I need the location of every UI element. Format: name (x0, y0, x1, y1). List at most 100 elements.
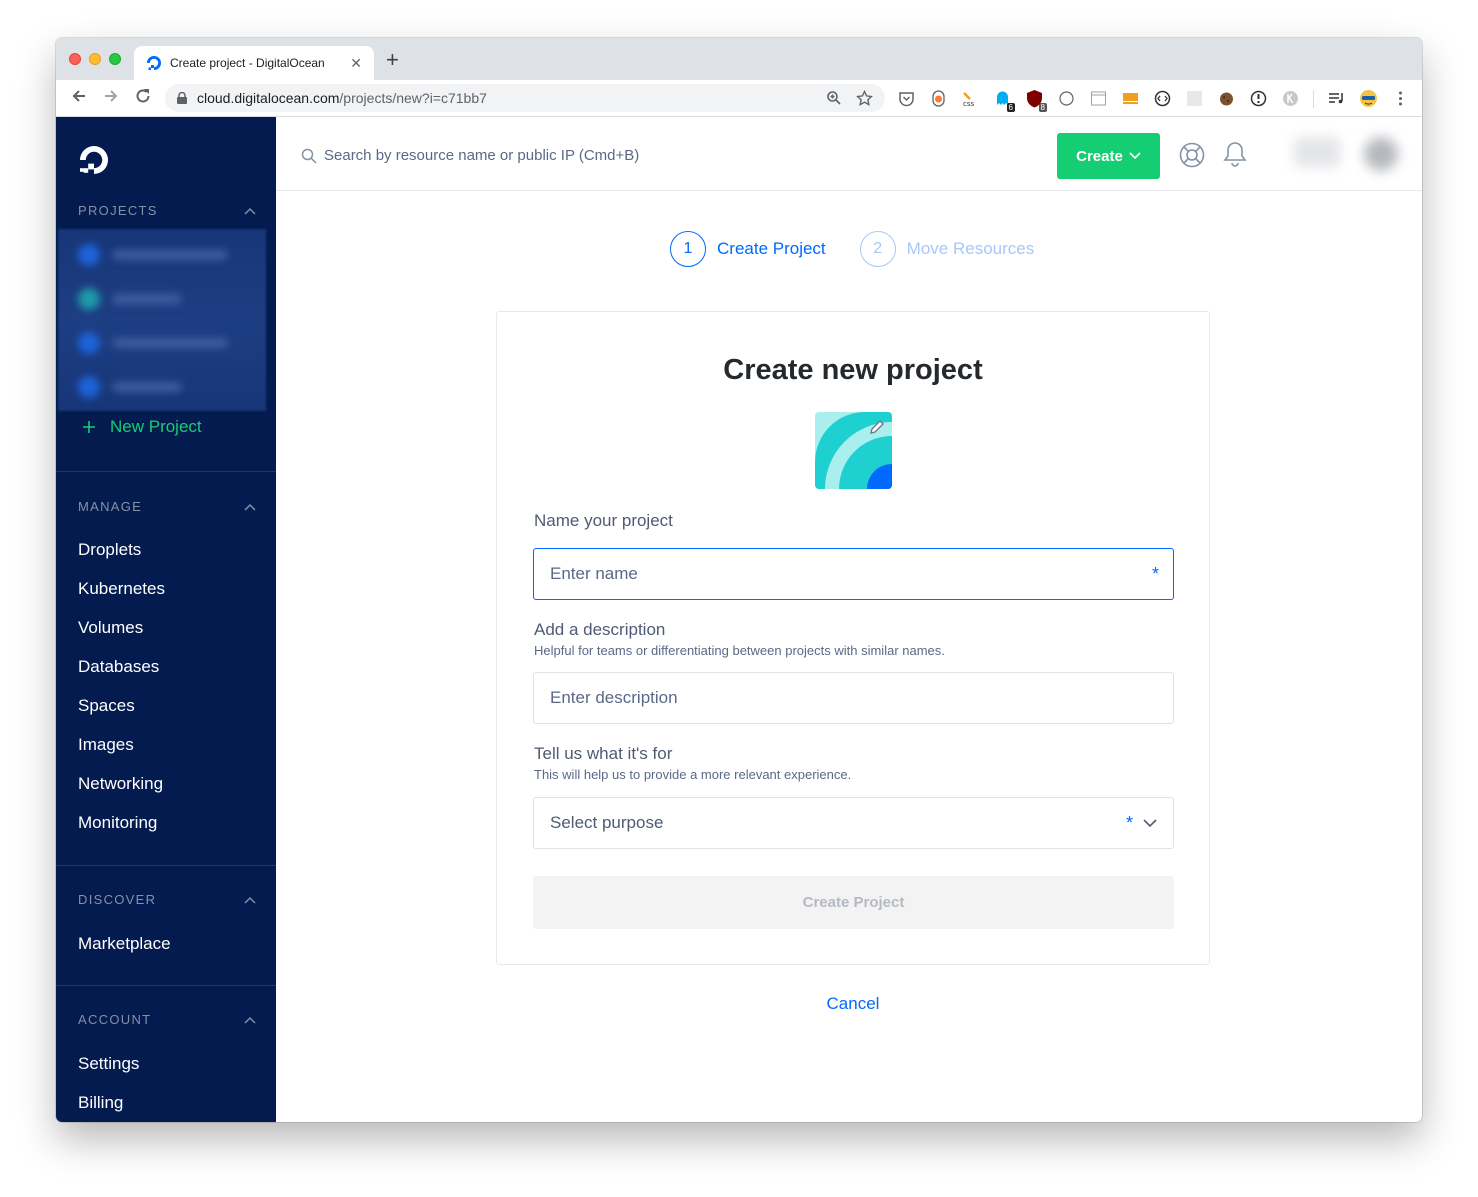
address-bar[interactable]: cloud.digitalocean.com/projects/new?i=c7… (165, 84, 885, 112)
step-label: Create Project (717, 239, 826, 258)
browser-tab-active[interactable]: Create project - DigitalOcean ✕ (134, 46, 374, 80)
project-item[interactable] (78, 376, 228, 398)
profile-avatar-icon[interactable] (1359, 89, 1378, 108)
sidebar-item-databases[interactable]: Databases (78, 657, 159, 677)
info-extension-icon[interactable] (1249, 89, 1268, 108)
grid-extension-icon[interactable] (1185, 89, 1204, 108)
project-name-redacted (112, 294, 182, 304)
browser-window: Create project - DigitalOcean ✕ + cloud.… (56, 38, 1422, 1122)
ghost-extension-icon[interactable]: 6 (993, 89, 1015, 112)
sidebar-item-monitoring[interactable]: Monitoring (78, 813, 157, 833)
discover-section-header[interactable]: DISCOVER (78, 892, 256, 907)
cookie-extension-icon[interactable] (1217, 89, 1236, 108)
svg-text:css: css (963, 100, 974, 108)
forward-arrow-icon[interactable] (102, 87, 120, 105)
extension-badge: 8 (1038, 103, 1047, 112)
url-host: cloud.digitalocean.com (197, 90, 340, 106)
chevron-down-icon (1143, 819, 1157, 828)
sidebar-divider (56, 865, 276, 866)
url-path: /projects/new?i=c71bb7 (339, 90, 487, 106)
window-extension-icon[interactable] (1089, 89, 1108, 108)
browser-toolbar: cloud.digitalocean.com/projects/new?i=c7… (56, 80, 1422, 117)
account-menu-redacted[interactable] (1264, 117, 1414, 187)
digitalocean-favicon-icon (147, 56, 161, 70)
chevron-up-icon (244, 896, 256, 904)
sidebar-item-settings[interactable]: Settings (78, 1054, 139, 1074)
account-section-header[interactable]: ACCOUNT (78, 1012, 256, 1027)
close-window-button[interactable] (69, 53, 81, 65)
project-name-input[interactable] (533, 548, 1174, 600)
purpose-select[interactable]: Select purpose * (533, 797, 1174, 849)
create-dropdown-button[interactable]: Create (1057, 133, 1160, 179)
minimize-window-button[interactable] (89, 53, 101, 65)
extension-orange-icon[interactable] (929, 89, 948, 108)
description-label: Add a description (534, 620, 666, 639)
sidebar-item-spaces[interactable]: Spaces (78, 696, 135, 716)
digitalocean-logo-icon[interactable] (78, 144, 110, 176)
new-tab-button[interactable]: + (386, 49, 399, 71)
sidebar-item-kubernetes[interactable]: Kubernetes (78, 579, 165, 599)
new-project-label: New Project (110, 417, 202, 436)
progress-stepper: 1 Create Project 2 Move Resources (670, 231, 1034, 267)
project-name-redacted (112, 338, 228, 348)
cancel-link[interactable]: Cancel (56, 994, 1422, 1014)
notifications-bell-icon[interactable] (1222, 140, 1248, 168)
chevron-down-icon (1129, 152, 1141, 160)
account-heading: ACCOUNT (78, 1012, 152, 1027)
pocket-extension-icon[interactable] (897, 89, 916, 108)
sidebar-item-images[interactable]: Images (78, 735, 134, 755)
sidebar-divider (56, 985, 276, 986)
project-dot (78, 332, 100, 354)
chevron-up-icon (244, 207, 256, 215)
purpose-select-value: Select purpose (550, 813, 664, 832)
plus-icon (83, 421, 95, 433)
manage-section-header[interactable]: MANAGE (78, 499, 256, 514)
project-name-redacted (112, 250, 228, 260)
bookmark-star-icon[interactable] (856, 89, 873, 107)
css-extension-icon[interactable]: css (961, 89, 980, 108)
back-arrow-icon[interactable] (70, 87, 88, 105)
orange-box-extension-icon[interactable] (1121, 89, 1140, 108)
discover-heading: DISCOVER (78, 892, 157, 907)
url-text: cloud.digitalocean.com/projects/new?i=c7… (197, 90, 812, 106)
reload-icon[interactable] (134, 87, 152, 105)
projects-section-header[interactable]: PROJECTS (78, 203, 256, 218)
resource-search-input[interactable] (324, 141, 924, 169)
sidebar-item-marketplace[interactable]: Marketplace (78, 934, 171, 954)
sidebar-item-volumes[interactable]: Volumes (78, 618, 143, 638)
team-switcher-redacted (1294, 137, 1340, 167)
project-item[interactable] (78, 288, 228, 310)
sidebar-item-droplets[interactable]: Droplets (78, 540, 141, 560)
ublock-extension-icon[interactable]: 8 (1025, 89, 1047, 112)
project-avatar-picker[interactable] (815, 412, 892, 489)
tab-title: Create project - DigitalOcean (170, 56, 325, 70)
browser-menu-icon[interactable] (1391, 89, 1410, 108)
project-name-label: Name your project (534, 511, 673, 530)
create-button-label: Create (1076, 147, 1123, 165)
edit-pencil-icon[interactable] (868, 418, 886, 436)
code-extension-icon[interactable] (1153, 89, 1172, 108)
maximize-window-button[interactable] (109, 53, 121, 65)
create-project-card: Create new project Name your project * A… (496, 311, 1210, 965)
sidebar-item-networking[interactable]: Networking (78, 774, 163, 794)
create-project-button[interactable]: Create Project (533, 876, 1174, 929)
project-item[interactable] (78, 332, 228, 354)
project-description-input[interactable] (533, 672, 1174, 724)
description-help-text: Helpful for teams or differentiating bet… (534, 643, 945, 658)
circle-extension-icon[interactable] (1057, 89, 1076, 108)
tab-close-icon[interactable]: ✕ (350, 55, 362, 72)
k-extension-icon[interactable] (1281, 89, 1300, 108)
lock-icon (177, 92, 187, 104)
zoom-icon[interactable] (826, 90, 842, 106)
sidebar-item-billing[interactable]: Billing (78, 1093, 123, 1113)
chevron-up-icon (244, 503, 256, 511)
project-item[interactable] (78, 244, 228, 266)
step-label: Move Resources (906, 239, 1035, 258)
projects-heading: PROJECTS (78, 203, 158, 218)
avatar (1364, 137, 1398, 171)
new-project-link[interactable]: New Project (82, 417, 202, 437)
step-number: 1 (670, 231, 706, 267)
media-queue-icon[interactable] (1327, 89, 1346, 108)
help-lifebuoy-icon[interactable] (1179, 142, 1205, 168)
extension-badge: 6 (1006, 103, 1015, 112)
